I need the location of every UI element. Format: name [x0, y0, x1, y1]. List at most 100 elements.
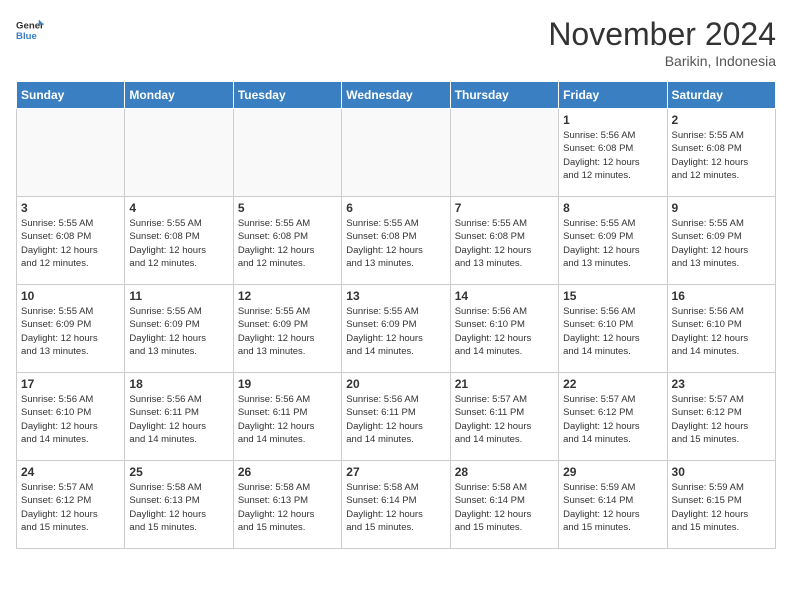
calendar-header-row: SundayMondayTuesdayWednesdayThursdayFrid… [17, 82, 776, 109]
day-info: Sunrise: 5:59 AM Sunset: 6:15 PM Dayligh… [672, 481, 771, 534]
calendar-day-cell [342, 109, 450, 197]
day-info: Sunrise: 5:57 AM Sunset: 6:11 PM Dayligh… [455, 393, 554, 446]
day-info: Sunrise: 5:55 AM Sunset: 6:09 PM Dayligh… [672, 217, 771, 270]
calendar-day-cell: 27Sunrise: 5:58 AM Sunset: 6:14 PM Dayli… [342, 461, 450, 549]
day-info: Sunrise: 5:56 AM Sunset: 6:10 PM Dayligh… [21, 393, 120, 446]
day-info: Sunrise: 5:56 AM Sunset: 6:10 PM Dayligh… [672, 305, 771, 358]
weekday-header: Friday [559, 82, 667, 109]
day-number: 15 [563, 289, 662, 303]
calendar-day-cell: 12 Sunrise: 5:55 AM Sunset: 6:09 PM Dayli… [233, 285, 341, 373]
day-number: 5 [238, 201, 337, 215]
day-info: Sunrise: 5:55 AM Sunset: 6:08 PM Dayligh… [129, 217, 228, 270]
calendar-day-cell [450, 109, 558, 197]
calendar-week-row: 24 Sunrise: 5:57 AM Sunset: 6:12 PM Dayli… [17, 461, 776, 549]
day-info: Sunrise: 5:55 AM Sunset: 6:08 PM Dayligh… [346, 217, 445, 270]
calendar-day-cell: 6Sunrise: 5:55 AM Sunset: 6:08 PM Daylig… [342, 197, 450, 285]
day-info: Sunrise: 5:57 AM Sunset: 6:12 PM Dayligh… [563, 393, 662, 446]
title-block: November 2024 Barikin, Indonesia [548, 16, 776, 69]
calendar-day-cell: 3 Sunrise: 5:55 AM Sunset: 6:08 PM Daylig… [17, 197, 125, 285]
calendar-day-cell: 7 Sunrise: 5:55 AM Sunset: 6:08 PM Daylig… [450, 197, 558, 285]
day-number: 19 [238, 377, 337, 391]
day-number: 14 [455, 289, 554, 303]
calendar-day-cell: 1 Sunrise: 5:56 AM Sunset: 6:08 PM Daylig… [559, 109, 667, 197]
day-number: 7 [455, 201, 554, 215]
calendar-day-cell: 13 Sunrise: 5:55 AM Sunset: 6:09 PM Dayli… [342, 285, 450, 373]
calendar-day-cell: 21 Sunrise: 5:57 AM Sunset: 6:11 PM Dayli… [450, 373, 558, 461]
weekday-header: Saturday [667, 82, 775, 109]
day-info: Sunrise: 5:56 AM Sunset: 6:10 PM Dayligh… [563, 305, 662, 358]
day-number: 4 [129, 201, 228, 215]
calendar-table: SundayMondayTuesdayWednesdayThursdayFrid… [16, 81, 776, 549]
calendar-day-cell: 8 Sunrise: 5:55 AM Sunset: 6:09 PM Daylig… [559, 197, 667, 285]
day-number: 2 [672, 113, 771, 127]
calendar-day-cell: 10 Sunrise: 5:55 AM Sunset: 6:09 PM Dayli… [17, 285, 125, 373]
logo: General Blue [16, 16, 44, 44]
day-info: Sunrise: 5:56 AM Sunset: 6:11 PM Dayligh… [346, 393, 445, 446]
calendar-day-cell: 5 Sunrise: 5:55 AM Sunset: 6:08 PM Daylig… [233, 197, 341, 285]
calendar-day-cell [125, 109, 233, 197]
day-info: Sunrise: 5:57 AM Sunset: 6:12 PM Dayligh… [21, 481, 120, 534]
day-number: 9 [672, 201, 771, 215]
day-info: Sunrise: 5:59 AM Sunset: 6:14 PM Dayligh… [563, 481, 662, 534]
day-info: Sunrise: 5:55 AM Sunset: 6:09 PM Dayligh… [563, 217, 662, 270]
day-info: Sunrise: 5:55 AM Sunset: 6:08 PM Dayligh… [238, 217, 337, 270]
day-number: 24 [21, 465, 120, 479]
day-info: Sunrise: 5:56 AM Sunset: 6:08 PM Dayligh… [563, 129, 662, 182]
day-number: 12 [238, 289, 337, 303]
calendar-day-cell: 25 Sunrise: 5:58 AM Sunset: 6:13 PM Dayli… [125, 461, 233, 549]
day-number: 30 [672, 465, 771, 479]
calendar-day-cell: 2 Sunrise: 5:55 AM Sunset: 6:08 PM Daylig… [667, 109, 775, 197]
calendar-day-cell: 15 Sunrise: 5:56 AM Sunset: 6:10 PM Dayli… [559, 285, 667, 373]
calendar-day-cell: 28 Sunrise: 5:58 AM Sunset: 6:14 PM Dayli… [450, 461, 558, 549]
weekday-header: Wednesday [342, 82, 450, 109]
day-info: Sunrise: 5:58 AM Sunset: 6:13 PM Dayligh… [129, 481, 228, 534]
day-number: 28 [455, 465, 554, 479]
calendar-week-row: 1 Sunrise: 5:56 AM Sunset: 6:08 PM Daylig… [17, 109, 776, 197]
logo-icon: General Blue [16, 16, 44, 44]
day-info: Sunrise: 5:55 AM Sunset: 6:09 PM Dayligh… [238, 305, 337, 358]
location: Barikin, Indonesia [548, 53, 776, 69]
calendar-day-cell: 18Sunrise: 5:56 AM Sunset: 6:11 PM Dayli… [125, 373, 233, 461]
calendar-day-cell [233, 109, 341, 197]
weekday-header: Thursday [450, 82, 558, 109]
day-info: Sunrise: 5:55 AM Sunset: 6:08 PM Dayligh… [455, 217, 554, 270]
calendar-day-cell: 30 Sunrise: 5:59 AM Sunset: 6:15 PM Dayli… [667, 461, 775, 549]
calendar-day-cell: 29Sunrise: 5:59 AM Sunset: 6:14 PM Dayli… [559, 461, 667, 549]
day-number: 20 [346, 377, 445, 391]
calendar-day-cell: 14 Sunrise: 5:56 AM Sunset: 6:10 PM Dayli… [450, 285, 558, 373]
calendar-day-cell: 26Sunrise: 5:58 AM Sunset: 6:13 PM Dayli… [233, 461, 341, 549]
calendar-day-cell: 4 Sunrise: 5:55 AM Sunset: 6:08 PM Daylig… [125, 197, 233, 285]
day-info: Sunrise: 5:55 AM Sunset: 6:09 PM Dayligh… [21, 305, 120, 358]
day-info: Sunrise: 5:58 AM Sunset: 6:14 PM Dayligh… [455, 481, 554, 534]
day-number: 22 [563, 377, 662, 391]
month-title: November 2024 [548, 16, 776, 53]
weekday-header: Monday [125, 82, 233, 109]
day-info: Sunrise: 5:55 AM Sunset: 6:09 PM Dayligh… [129, 305, 228, 358]
day-number: 21 [455, 377, 554, 391]
day-number: 11 [129, 289, 228, 303]
calendar-day-cell: 24 Sunrise: 5:57 AM Sunset: 6:12 PM Dayli… [17, 461, 125, 549]
day-number: 13 [346, 289, 445, 303]
day-info: Sunrise: 5:55 AM Sunset: 6:08 PM Dayligh… [672, 129, 771, 182]
day-info: Sunrise: 5:56 AM Sunset: 6:11 PM Dayligh… [238, 393, 337, 446]
calendar-week-row: 3 Sunrise: 5:55 AM Sunset: 6:08 PM Daylig… [17, 197, 776, 285]
day-number: 10 [21, 289, 120, 303]
day-number: 1 [563, 113, 662, 127]
calendar-week-row: 17 Sunrise: 5:56 AM Sunset: 6:10 PM Dayli… [17, 373, 776, 461]
calendar-day-cell: 16Sunrise: 5:56 AM Sunset: 6:10 PM Dayli… [667, 285, 775, 373]
calendar-day-cell: 19 Sunrise: 5:56 AM Sunset: 6:11 PM Dayli… [233, 373, 341, 461]
day-number: 17 [21, 377, 120, 391]
day-info: Sunrise: 5:58 AM Sunset: 6:13 PM Dayligh… [238, 481, 337, 534]
calendar-day-cell: 20 Sunrise: 5:56 AM Sunset: 6:11 PM Dayli… [342, 373, 450, 461]
calendar-week-row: 10 Sunrise: 5:55 AM Sunset: 6:09 PM Dayli… [17, 285, 776, 373]
day-number: 25 [129, 465, 228, 479]
day-info: Sunrise: 5:56 AM Sunset: 6:10 PM Dayligh… [455, 305, 554, 358]
day-info: Sunrise: 5:55 AM Sunset: 6:08 PM Dayligh… [21, 217, 120, 270]
day-number: 3 [21, 201, 120, 215]
day-number: 23 [672, 377, 771, 391]
calendar-day-cell: 11 Sunrise: 5:55 AM Sunset: 6:09 PM Dayli… [125, 285, 233, 373]
day-info: Sunrise: 5:55 AM Sunset: 6:09 PM Dayligh… [346, 305, 445, 358]
day-number: 8 [563, 201, 662, 215]
day-number: 27 [346, 465, 445, 479]
day-info: Sunrise: 5:57 AM Sunset: 6:12 PM Dayligh… [672, 393, 771, 446]
